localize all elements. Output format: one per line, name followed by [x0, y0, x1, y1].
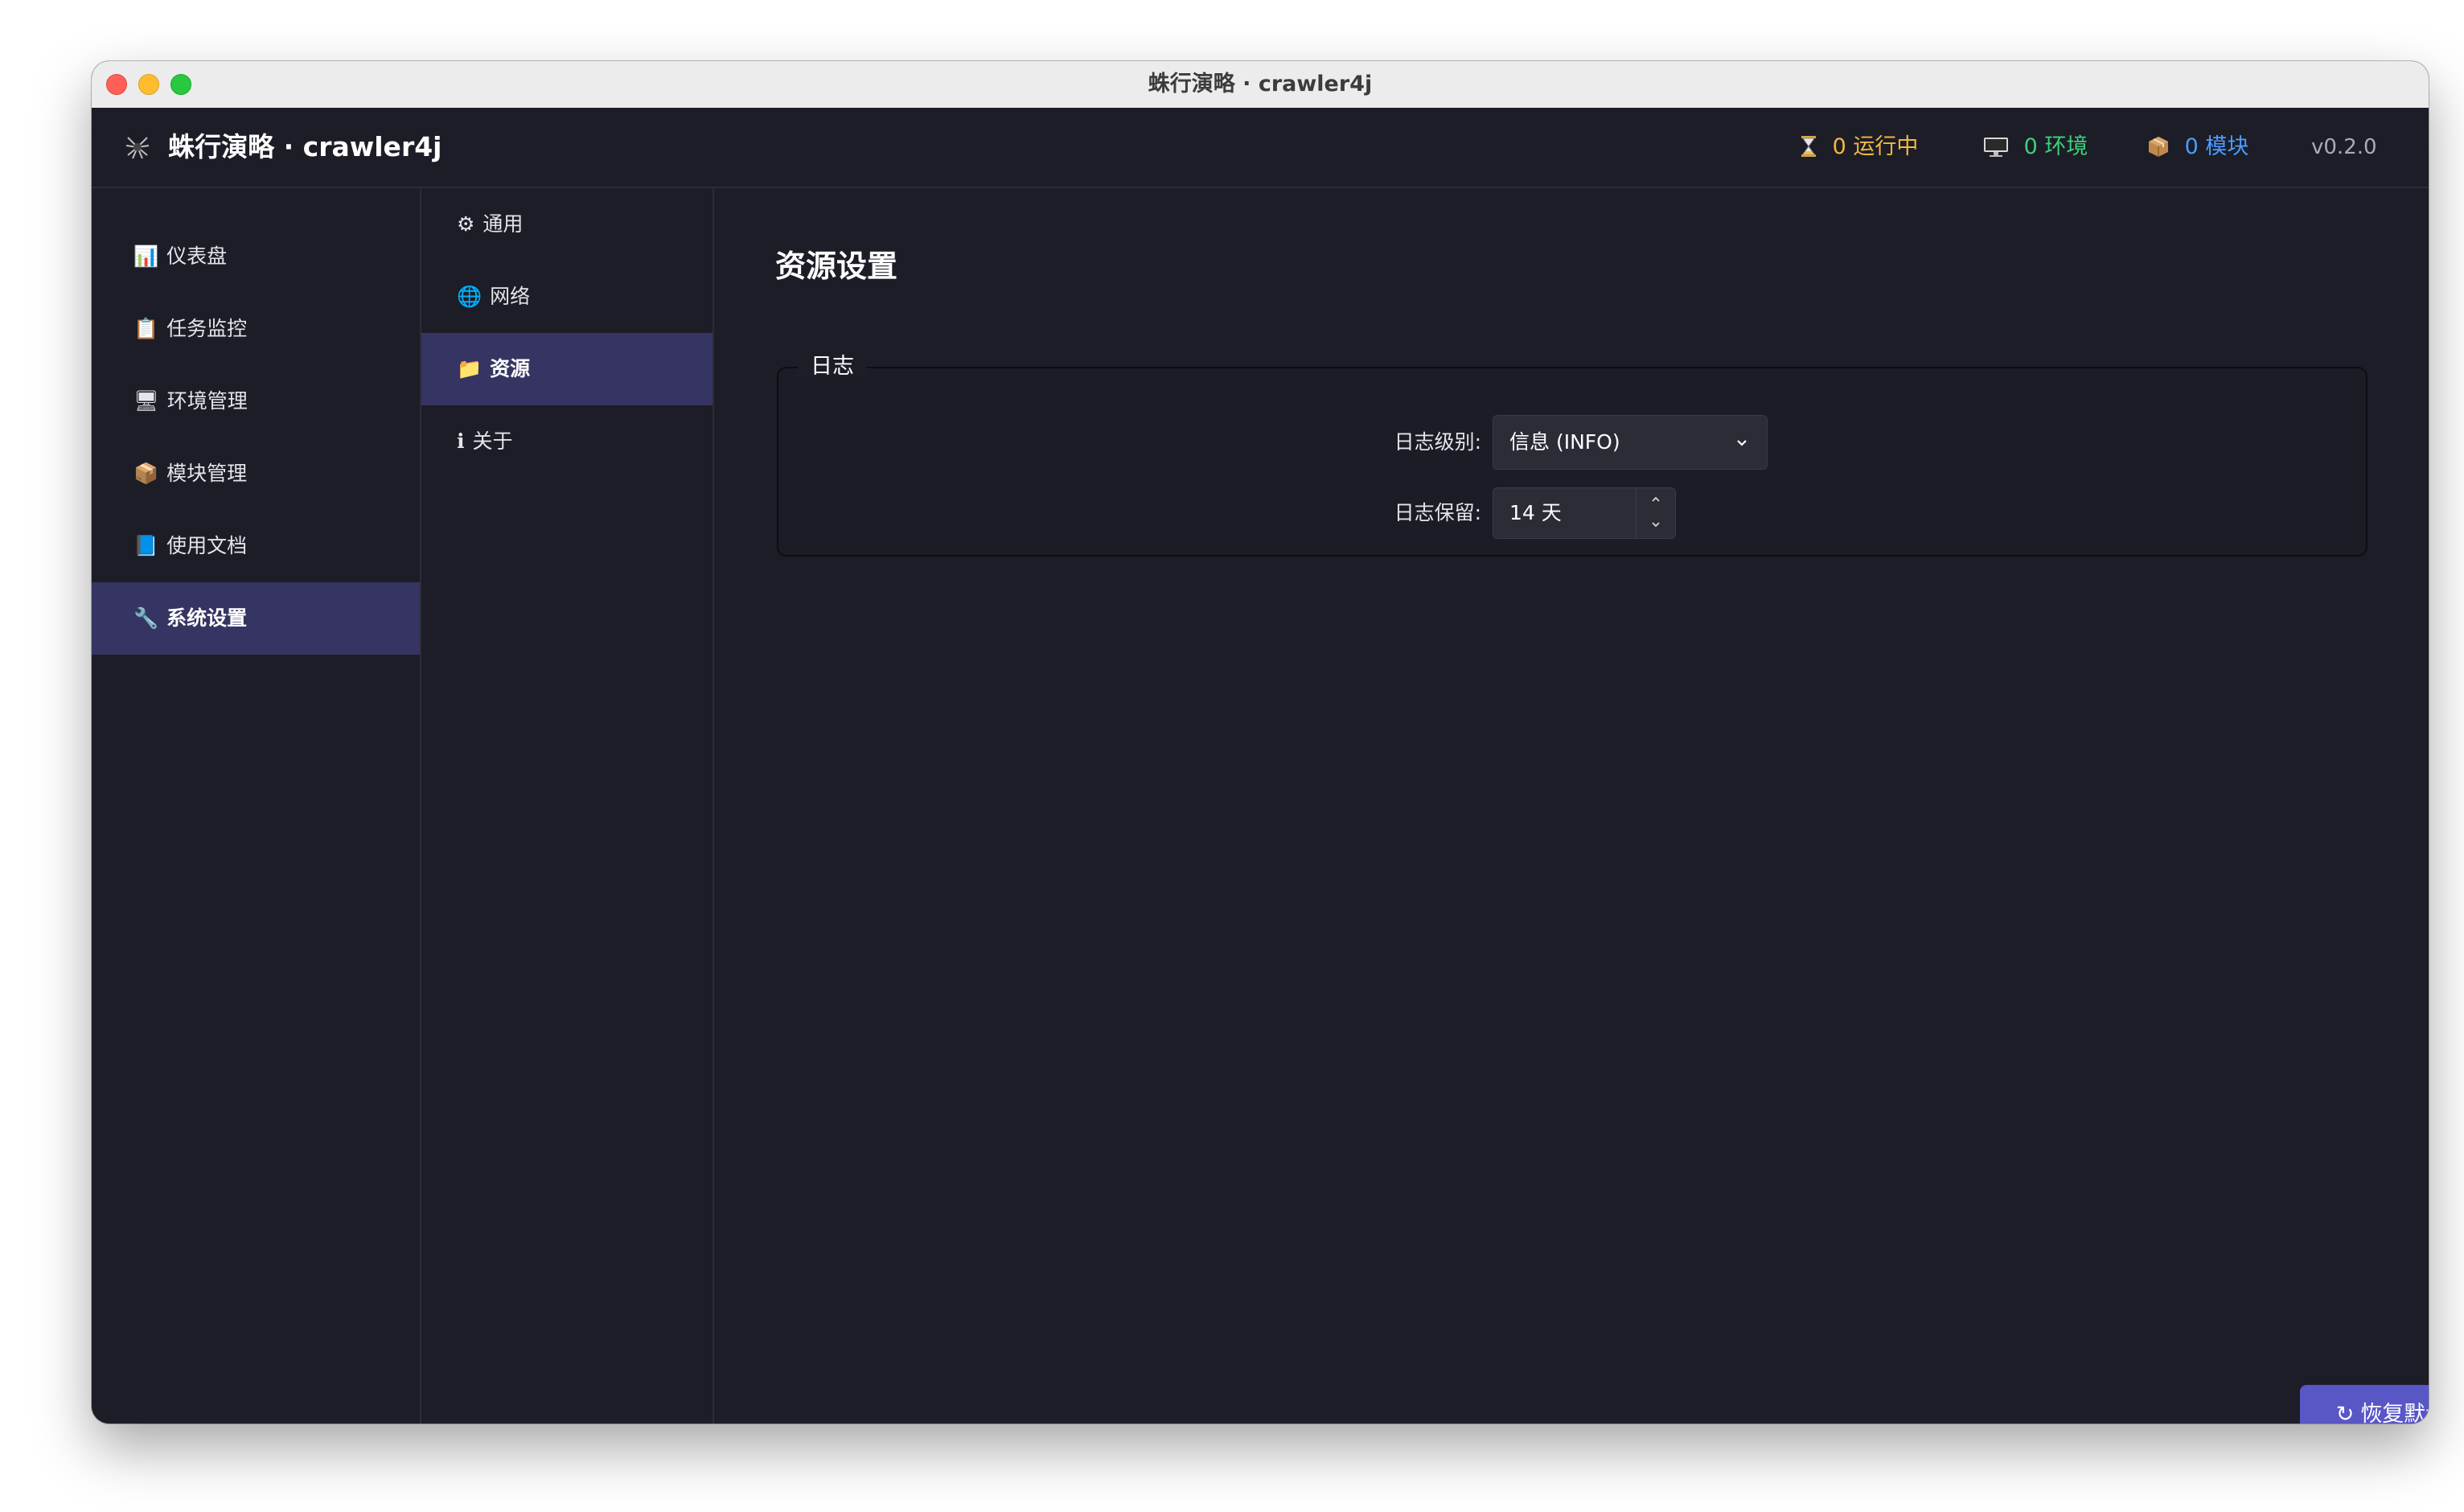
subnav-item-general[interactable]: ⚙ 通用 [421, 188, 713, 261]
title-bar: 蛛行演略 · crawler4j [92, 61, 2429, 109]
env-count: 0 环境 [1983, 108, 2088, 187]
subnav-item-about[interactable]: ℹ 关于 [421, 405, 713, 478]
subnav-item-label: 资源 [490, 357, 531, 380]
log-retention-value: 14 天 [1509, 501, 1562, 524]
log-group-legend: 日志 [798, 351, 867, 383]
running-count: 0 运行中 [1800, 108, 1918, 187]
module-label: 0 模块 [2184, 134, 2249, 159]
sidebar-item-label: 使用文档 [166, 534, 248, 557]
log-level-label: 日志级别: [1394, 430, 1481, 454]
sidebar-item-label: 系统设置 [166, 606, 248, 630]
stepper-increment-button[interactable] [1637, 488, 1675, 513]
reset-defaults-button[interactable]: ↻恢复默认 [2300, 1385, 2429, 1424]
reset-defaults-label: 恢复默认 [2360, 1402, 2429, 1424]
stepper-buttons [1636, 488, 1675, 538]
spider-icon [125, 132, 158, 162]
page-title: 资源设置 [775, 249, 898, 284]
sidebar-item-task-monitor[interactable]: 📋 任务监控 [92, 293, 420, 365]
chevron-down-icon [1652, 522, 1660, 528]
module-count: 0 模块 [2147, 108, 2248, 187]
window-title: 蛛行演略 · crawler4j [1148, 72, 1373, 97]
globe-icon: 🌐 [457, 285, 483, 308]
subnav-item-network[interactable]: 🌐 网络 [421, 261, 713, 333]
log-retention-label: 日志保留: [1394, 501, 1481, 524]
gear-icon: ⚙ [457, 212, 475, 236]
info-icon: ℹ [457, 429, 465, 453]
brand-title: 蛛行演略 · crawler4j [168, 131, 442, 162]
chevron-up-icon [1652, 496, 1660, 502]
app-window: 蛛行演略 · crawler4j 蛛行演略 · crawler4j 0 运行中 … [92, 61, 2429, 1424]
chart-icon: 📊 [133, 244, 159, 268]
package-icon: 📦 [133, 462, 159, 485]
sidebar-item-dashboard[interactable]: 📊 仪表盘 [92, 220, 420, 293]
subnav-item-label: 通用 [483, 212, 524, 236]
subnav-item-label: 关于 [472, 429, 513, 453]
sidebar-item-module-manage[interactable]: 📦 模块管理 [92, 438, 420, 510]
wrench-icon: 🔧 [133, 606, 159, 630]
sidebar-item-label: 仪表盘 [166, 244, 228, 268]
running-label: 0 运行中 [1832, 134, 1919, 159]
clipboard-icon: 📋 [133, 317, 159, 340]
main-sidebar: 📊 仪表盘 📋 任务监控 🖥 环境管理 📦 模块管理 📘 使用文档 🔧 系统设置 [92, 188, 421, 1424]
sidebar-item-label: 环境管理 [166, 389, 248, 413]
folder-icon: 📁 [457, 357, 483, 380]
env-label: 0 环境 [2023, 134, 2088, 159]
app-header: 蛛行演略 · crawler4j 0 运行中 0 环境 0 模块 v0.2.0 [92, 108, 2429, 188]
settings-content: 资源设置 日志 日志级别: 信息 (INFO) 日志保留: 14 天 ↻ 恢复默 [714, 188, 2429, 1424]
sidebar-item-label: 任务监控 [166, 317, 248, 340]
sidebar-item-docs[interactable]: 📘 使用文档 [92, 510, 420, 582]
package-icon [2147, 134, 2177, 159]
sidebar-item-settings[interactable]: 🔧 系统设置 [92, 582, 420, 655]
sidebar-item-env-manage[interactable]: 🖥 环境管理 [92, 365, 420, 438]
stepper-decrement-button[interactable] [1637, 513, 1675, 538]
sidebar-item-label: 模块管理 [166, 462, 248, 485]
subnav-item-label: 网络 [490, 285, 531, 308]
log-retention-stepper[interactable]: 14 天 [1493, 487, 1676, 539]
monitor-icon: 🖥 [133, 389, 159, 413]
monitor-icon [1983, 134, 2016, 159]
brand: 蛛行演略 · crawler4j [125, 108, 442, 187]
book-icon: 📘 [133, 534, 159, 557]
subnav-item-resources[interactable]: 📁 资源 [421, 333, 713, 405]
version-label: v0.2.0 [2311, 135, 2377, 159]
settings-subnav: ⚙ 通用 🌐 网络 📁 资源 ℹ 关于 [421, 188, 714, 1424]
refresh-icon: ↻ [2335, 1402, 2355, 1424]
log-level-value: 信息 (INFO) [1509, 430, 1620, 454]
chevron-down-icon [1736, 435, 1747, 446]
log-settings-group: 日志 日志级别: 信息 (INFO) 日志保留: 14 天 [777, 351, 2367, 557]
hourglass-icon [1800, 134, 1825, 159]
log-level-select[interactable]: 信息 (INFO) [1493, 415, 1768, 470]
